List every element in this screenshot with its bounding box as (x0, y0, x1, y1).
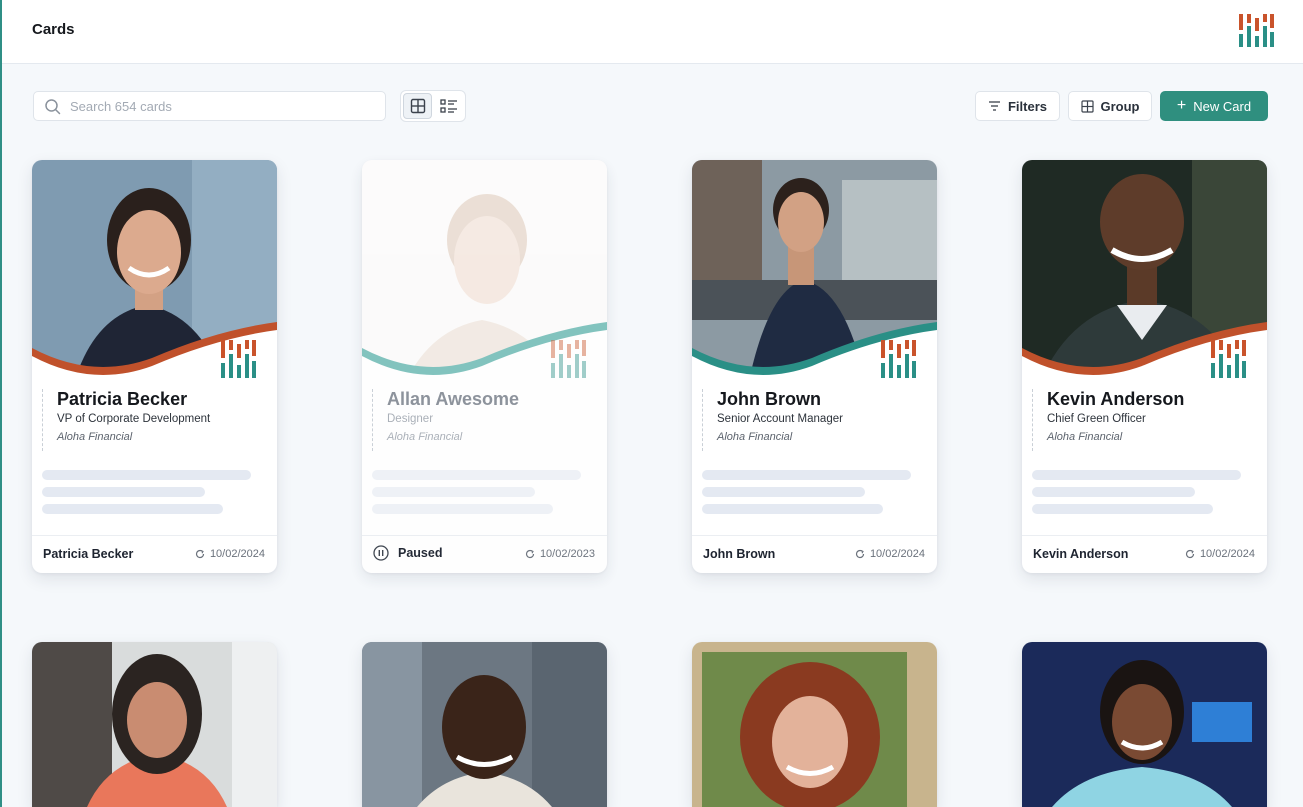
list-view-button[interactable] (434, 93, 463, 119)
card-footer: John Brown 10/02/2024 (692, 535, 937, 573)
card-company: Aloha Financial (57, 431, 133, 443)
card-company: Aloha Financial (1047, 431, 1123, 443)
card-patricia-becker[interactable]: Patricia Becker VP of Corporate Developm… (32, 160, 277, 573)
brand-logo-icon (221, 340, 256, 378)
page-title: Cards (32, 21, 75, 38)
list-icon (439, 99, 457, 113)
skeleton-line (702, 487, 865, 497)
card-photo (362, 160, 607, 390)
card-row2-3[interactable] (692, 642, 937, 807)
card-status[interactable]: Paused (373, 545, 442, 561)
card-footer-name: John Brown (703, 547, 776, 561)
card-john-brown[interactable]: John Brown Senior Account Manager Aloha … (692, 160, 937, 573)
card-photo (692, 160, 937, 390)
card-date: 10/02/2024 (855, 548, 925, 560)
skeleton-line (42, 470, 251, 480)
card-row2-4[interactable] (1022, 642, 1267, 807)
card-title: VP of Corporate Development (57, 413, 211, 425)
portrait-photo (1022, 642, 1267, 807)
card-title: Chief Green Officer (1047, 413, 1146, 425)
skeleton-line (372, 504, 553, 514)
skeleton-line (42, 504, 223, 514)
card-date-text: 10/02/2024 (869, 548, 925, 560)
card-kevin-anderson[interactable]: Kevin Anderson Chief Green Officer Aloha… (1022, 160, 1267, 573)
search-input[interactable] (70, 96, 370, 116)
skeleton-line (372, 470, 581, 480)
view-toggle (400, 90, 466, 122)
skeleton-line (702, 470, 911, 480)
group-icon (1080, 99, 1094, 113)
card-row2-1[interactable] (32, 642, 277, 807)
card-info: Kevin Anderson Chief Green Officer Aloha… (1032, 389, 1184, 451)
card-date-text: 10/02/2023 (539, 548, 595, 560)
card-footer: Kevin Anderson 10/02/2024 (1022, 535, 1267, 573)
portrait-photo (692, 642, 937, 807)
card-title: Senior Account Manager (717, 413, 843, 425)
card-footer-name: Patricia Becker (43, 547, 134, 561)
portrait-photo (362, 642, 607, 807)
refresh-icon (195, 549, 205, 559)
filter-icon (988, 101, 1000, 111)
card-footer-name: Kevin Anderson (1033, 547, 1129, 561)
skeleton-line (42, 487, 205, 497)
card-date: 10/02/2024 (1185, 548, 1255, 560)
card-date: 10/02/2024 (195, 548, 265, 560)
card-status-label: Paused (398, 546, 443, 560)
card-date: 10/02/2023 (525, 548, 595, 560)
skeleton-line (702, 504, 883, 514)
plus-icon: + (1176, 96, 1187, 114)
group-label: Group (1100, 98, 1140, 114)
card-name: Allan Awesome (387, 389, 520, 409)
card-title: Designer (387, 413, 434, 425)
refresh-icon (525, 549, 535, 559)
brand-logo-icon (551, 340, 586, 378)
card-info: John Brown Senior Account Manager Aloha … (702, 389, 843, 451)
card-company: Aloha Financial (387, 431, 463, 443)
group-button[interactable]: Group (1068, 91, 1152, 121)
card-name: Kevin Anderson (1047, 389, 1185, 409)
card-info: Patricia Becker VP of Corporate Developm… (42, 389, 210, 451)
top-bar: Cards (2, 0, 1303, 64)
skeleton-line (1032, 470, 1241, 480)
card-date-text: 10/02/2024 (1199, 548, 1255, 560)
card-name: John Brown (717, 389, 821, 409)
search-icon (45, 99, 61, 115)
refresh-icon (855, 549, 865, 559)
card-name: Patricia Becker (57, 389, 188, 409)
filters-button[interactable]: Filters (975, 91, 1060, 121)
card-date-text: 10/02/2024 (209, 548, 265, 560)
card-photo (32, 160, 277, 390)
skeleton-line (372, 487, 535, 497)
skeleton-line (1032, 504, 1213, 514)
search-box[interactable] (33, 91, 386, 121)
left-edge-accent (0, 0, 2, 807)
card-company: Aloha Financial (717, 431, 793, 443)
card-info: Allan Awesome Designer Aloha Financial (372, 389, 519, 451)
brand-logo (1239, 14, 1274, 47)
portrait-photo (32, 642, 277, 807)
card-photo (1022, 160, 1267, 390)
new-card-button[interactable]: + New Card (1160, 91, 1268, 121)
brand-logo-icon (1211, 340, 1246, 378)
card-allan-awesome[interactable]: Allan Awesome Designer Aloha Financial P… (362, 160, 607, 573)
grid-icon (410, 98, 425, 114)
refresh-icon (1185, 549, 1195, 559)
card-footer: Paused 10/02/2023 (362, 535, 607, 573)
new-card-label: New Card (1193, 98, 1252, 114)
card-footer: Patricia Becker 10/02/2024 (32, 535, 277, 573)
card-row2-2[interactable] (362, 642, 607, 807)
filters-label: Filters (1007, 98, 1047, 114)
pause-icon (373, 545, 389, 561)
brand-logo-icon (881, 340, 916, 378)
grid-view-button[interactable] (403, 93, 432, 119)
skeleton-line (1032, 487, 1195, 497)
